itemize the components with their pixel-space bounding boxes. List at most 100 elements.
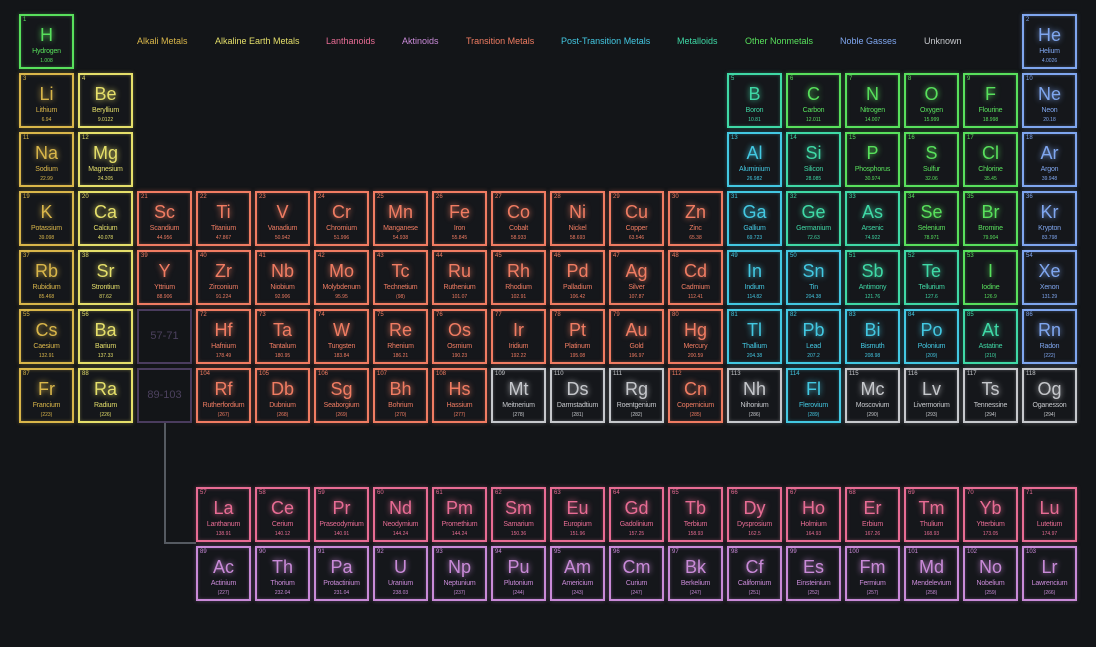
lanthanoids-placeholder[interactable]: 57-71 xyxy=(137,309,192,364)
element-molybdenum[interactable]: 42 Mo Molybdenum 95.95 xyxy=(314,250,369,305)
element-scandium[interactable]: 21 Sc Scandium 44.956 xyxy=(137,191,192,246)
element-neodymium[interactable]: 60 Nd Neodymium 144.24 xyxy=(373,487,428,542)
element-einsteinium[interactable]: 99 Es Einsteinium (252) xyxy=(786,546,841,601)
legend-post[interactable]: Post-Transition Metals xyxy=(561,36,650,47)
element-rhenium[interactable]: 75 Re Rhenium 186.21 xyxy=(373,309,428,364)
element-mercury[interactable]: 80 Hg Mercury 200.59 xyxy=(668,309,723,364)
legend-nonmetal[interactable]: Other Nonmetals xyxy=(745,36,813,47)
element-livermorium[interactable]: 116 Lv Livermorium (293) xyxy=(904,368,959,423)
element-darmstadtium[interactable]: 110 Ds Darmstadtium (281) xyxy=(550,368,605,423)
element-protactinium[interactable]: 91 Pa Protactinium 231.04 xyxy=(314,546,369,601)
element-antimony[interactable]: 51 Sb Antimony 121.76 xyxy=(845,250,900,305)
element-hassium[interactable]: 108 Hs Hassium (277) xyxy=(432,368,487,423)
element-hydrogen[interactable]: 1 H Hydrogen 1.008 xyxy=(19,14,74,69)
element-flerovium[interactable]: 114 Fl Flerovium (289) xyxy=(786,368,841,423)
element-titanium[interactable]: 22 Ti Titanium 47.867 xyxy=(196,191,251,246)
element-tennessine[interactable]: 117 Ts Tennessine (294) xyxy=(963,368,1018,423)
element-polonium[interactable]: 84 Po Polonium (209) xyxy=(904,309,959,364)
element-praseodymium[interactable]: 59 Pr Praseodymium 140.91 xyxy=(314,487,369,542)
element-technetium[interactable]: 43 Tc Technetium (98) xyxy=(373,250,428,305)
element-flourine[interactable]: 9 F Flourine 18.998 xyxy=(963,73,1018,128)
element-zinc[interactable]: 30 Zn Zinc 65.38 xyxy=(668,191,723,246)
element-iron[interactable]: 26 Fe Iron 55.845 xyxy=(432,191,487,246)
legend-lanthanoid[interactable]: Lanthanoids xyxy=(326,36,375,47)
element-lawrencium[interactable]: 103 Lr Lawrencium (266) xyxy=(1022,546,1077,601)
element-astatine[interactable]: 85 At Astatine (210) xyxy=(963,309,1018,364)
element-copernicium[interactable]: 112 Cn Copernicium (285) xyxy=(668,368,723,423)
legend-transition[interactable]: Transition Metals xyxy=(466,36,534,47)
element-krypton[interactable]: 36 Kr Krypton 83.798 xyxy=(1022,191,1077,246)
element-nihonium[interactable]: 113 Nh Nihonium (286) xyxy=(727,368,782,423)
element-rhodium[interactable]: 45 Rh Rhodium 102.91 xyxy=(491,250,546,305)
element-germanium[interactable]: 32 Ge Germanium 72.63 xyxy=(786,191,841,246)
element-neptunium[interactable]: 93 Np Neptunium (237) xyxy=(432,546,487,601)
element-roentgenium[interactable]: 111 Rg Roentgenium (282) xyxy=(609,368,664,423)
element-gadolinium[interactable]: 64 Gd Gadolinium 157.25 xyxy=(609,487,664,542)
element-arsenic[interactable]: 33 As Arsenic 74.922 xyxy=(845,191,900,246)
legend-actinoid[interactable]: Aktinoids xyxy=(402,36,439,47)
element-yttrium[interactable]: 39 Y Yttrium 88.906 xyxy=(137,250,192,305)
element-manganese[interactable]: 25 Mn Manganese 54.938 xyxy=(373,191,428,246)
element-argon[interactable]: 18 Ar Argon 39.948 xyxy=(1022,132,1077,187)
legend-unknown[interactable]: Unknown xyxy=(924,36,962,47)
element-phosphorus[interactable]: 15 P Phosphorus 30.974 xyxy=(845,132,900,187)
element-palladium[interactable]: 46 Pd Palladium 106.42 xyxy=(550,250,605,305)
element-moscovium[interactable]: 115 Mc Moscovium (290) xyxy=(845,368,900,423)
element-sulfur[interactable]: 16 S Sulfur 32.06 xyxy=(904,132,959,187)
legend-alkaline[interactable]: Alkaline Earth Metals xyxy=(215,36,300,47)
element-vanadium[interactable]: 23 V Vanadium 50.942 xyxy=(255,191,310,246)
element-curium[interactable]: 96 Cm Curium (247) xyxy=(609,546,664,601)
element-actinium[interactable]: 89 Ac Actinium (227) xyxy=(196,546,251,601)
legend-alkali[interactable]: Alkali Metals xyxy=(137,36,188,47)
element-hafnium[interactable]: 72 Hf Hafnium 178.49 xyxy=(196,309,251,364)
element-plutonium[interactable]: 94 Pu Plutonium (244) xyxy=(491,546,546,601)
element-magnesium[interactable]: 12 Mg Magnesium 24.305 xyxy=(78,132,133,187)
element-selenium[interactable]: 34 Se Selenium 78.971 xyxy=(904,191,959,246)
element-osmium[interactable]: 76 Os Osmium 190.23 xyxy=(432,309,487,364)
element-oganesson[interactable]: 118 Og Oganesson (294) xyxy=(1022,368,1077,423)
element-barium[interactable]: 56 Ba Barium 137.33 xyxy=(78,309,133,364)
element-silicon[interactable]: 14 Si Silicon 28.085 xyxy=(786,132,841,187)
element-rubidium[interactable]: 37 Rb Rubidium 85.468 xyxy=(19,250,74,305)
element-boron[interactable]: 5 B Boron 10.81 xyxy=(727,73,782,128)
element-meitnerium[interactable]: 109 Mt Meitnerium (278) xyxy=(491,368,546,423)
element-gallium[interactable]: 31 Ga Gallium 69.723 xyxy=(727,191,782,246)
actinoids-placeholder[interactable]: 89-103 xyxy=(137,368,192,423)
element-xenon[interactable]: 54 Xe Xenon 131.29 xyxy=(1022,250,1077,305)
element-indium[interactable]: 49 In Indium 114.82 xyxy=(727,250,782,305)
element-cerium[interactable]: 58 Ce Cerium 140.12 xyxy=(255,487,310,542)
element-berkelium[interactable]: 97 Bk Berkelium (247) xyxy=(668,546,723,601)
element-sodium[interactable]: 11 Na Sodium 22.99 xyxy=(19,132,74,187)
element-oxygen[interactable]: 8 O Oxygen 15.999 xyxy=(904,73,959,128)
element-cadmium[interactable]: 48 Cd Cadmium 112.41 xyxy=(668,250,723,305)
element-seaborgium[interactable]: 106 Sg Seaborgium (269) xyxy=(314,368,369,423)
element-beryllium[interactable]: 4 Be Beryllium 9.0122 xyxy=(78,73,133,128)
element-chlorine[interactable]: 17 Cl Chlorine 35.45 xyxy=(963,132,1018,187)
element-californium[interactable]: 98 Cf Californium (251) xyxy=(727,546,782,601)
element-tin[interactable]: 50 Sn Tin 204.38 xyxy=(786,250,841,305)
element-iodine[interactable]: 53 I Iodine 126.9 xyxy=(963,250,1018,305)
element-rutherfordium[interactable]: 104 Rf Rutherfordium (267) xyxy=(196,368,251,423)
element-gold[interactable]: 79 Au Gold 196.97 xyxy=(609,309,664,364)
element-platinum[interactable]: 78 Pt Platinum 195.08 xyxy=(550,309,605,364)
element-nitrogen[interactable]: 7 N Nitrogen 14.007 xyxy=(845,73,900,128)
legend-metalloid[interactable]: Metalloids xyxy=(677,36,718,47)
element-thulium[interactable]: 69 Tm Thulium 168.93 xyxy=(904,487,959,542)
element-zirconium[interactable]: 40 Zr Zirconium 91.224 xyxy=(196,250,251,305)
element-strontium[interactable]: 38 Sr Strontium 87.62 xyxy=(78,250,133,305)
element-lithium[interactable]: 3 Li Lithium 6.94 xyxy=(19,73,74,128)
element-radium[interactable]: 88 Ra Radium (226) xyxy=(78,368,133,423)
element-bohrium[interactable]: 107 Bh Bohrium (270) xyxy=(373,368,428,423)
element-nickel[interactable]: 28 Ni Nickel 58.693 xyxy=(550,191,605,246)
element-promethium[interactable]: 61 Pm Promethium 144.24 xyxy=(432,487,487,542)
element-silver[interactable]: 47 Ag Silver 107.87 xyxy=(609,250,664,305)
element-dysprosium[interactable]: 66 Dy Dysprosium 162.5 xyxy=(727,487,782,542)
element-cobalt[interactable]: 27 Co Cobalt 58.933 xyxy=(491,191,546,246)
element-chromium[interactable]: 24 Cr Chromium 51.996 xyxy=(314,191,369,246)
element-thallium[interactable]: 81 Tl Thallium 204.38 xyxy=(727,309,782,364)
element-tellurium[interactable]: 52 Te Tellurium 127.6 xyxy=(904,250,959,305)
element-bismuth[interactable]: 83 Bi Bismuth 208.98 xyxy=(845,309,900,364)
element-mendelevium[interactable]: 101 Md Mendelevium (258) xyxy=(904,546,959,601)
element-calcium[interactable]: 20 Ca Calcium 40.078 xyxy=(78,191,133,246)
element-americium[interactable]: 95 Am Americium (243) xyxy=(550,546,605,601)
